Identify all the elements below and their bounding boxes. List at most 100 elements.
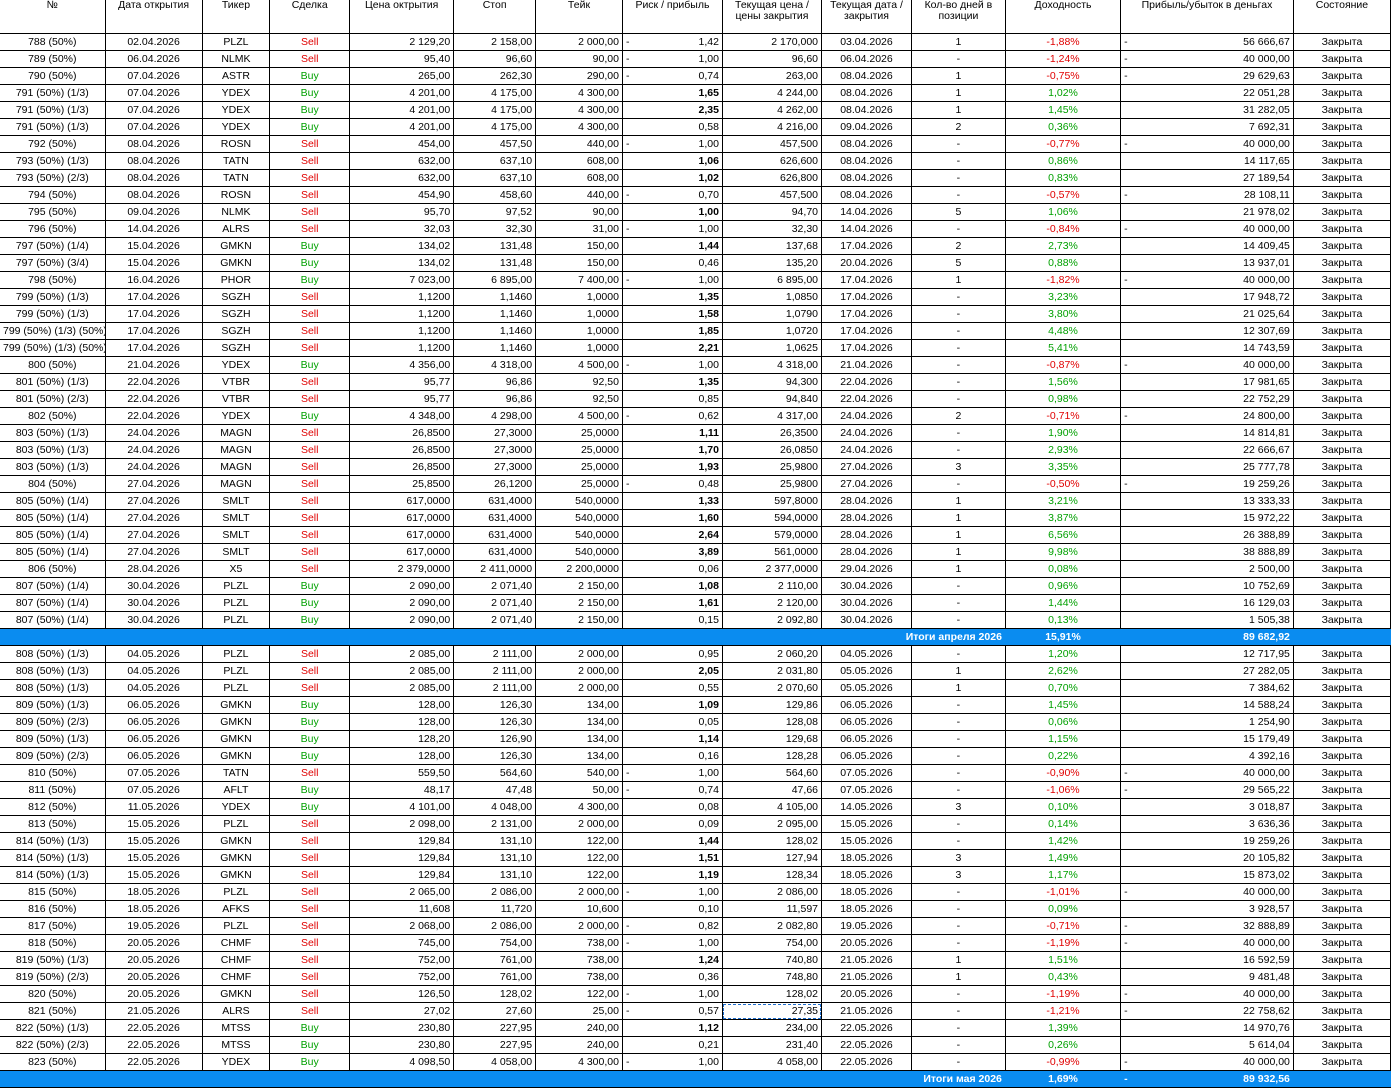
status[interactable]: Закрыта: [1293, 594, 1391, 612]
trade-side[interactable]: Buy: [269, 713, 351, 731]
return-pct[interactable]: -1,01%: [1005, 883, 1122, 901]
close-price[interactable]: 127,94: [722, 849, 823, 867]
close-price[interactable]: 128,28: [722, 747, 823, 765]
take-price[interactable]: 1,0000: [535, 339, 623, 357]
return-pct[interactable]: 1,45%: [1005, 101, 1122, 119]
profit-loss[interactable]: 22 051,28: [1120, 84, 1294, 102]
take-price[interactable]: 2 200,0000: [535, 560, 623, 578]
trade-number[interactable]: 803 (50%) (1/3): [0, 424, 106, 442]
stop-price[interactable]: 131,10: [453, 832, 537, 850]
return-pct[interactable]: 1,15%: [1005, 730, 1122, 748]
days-in-position[interactable]: -: [911, 220, 1006, 238]
close-price[interactable]: 96,60: [722, 50, 823, 68]
days-in-position[interactable]: 5: [911, 203, 1006, 221]
ticker[interactable]: NLMK: [202, 203, 271, 221]
risk-reward[interactable]: 1,44: [622, 237, 723, 255]
trade-number[interactable]: 816 (50%): [0, 900, 106, 918]
status[interactable]: Закрыта: [1293, 135, 1391, 153]
stop-price[interactable]: 131,10: [453, 866, 537, 884]
risk-reward[interactable]: 1,70: [622, 441, 723, 459]
open-date[interactable]: 20.05.2026: [105, 985, 203, 1003]
stop-price[interactable]: 2 086,00: [453, 883, 537, 901]
status[interactable]: Закрыта: [1293, 492, 1391, 510]
close-date[interactable]: 15.05.2026: [821, 815, 912, 833]
open-date[interactable]: 16.04.2026: [105, 271, 203, 289]
open-price[interactable]: 752,00: [349, 951, 455, 969]
close-price[interactable]: 4 318,00: [722, 356, 823, 374]
trade-number[interactable]: 809 (50%) (2/3): [0, 713, 106, 731]
risk-reward[interactable]: 0,46: [622, 254, 723, 272]
stop-price[interactable]: 96,86: [453, 390, 537, 408]
return-pct[interactable]: -1,19%: [1005, 985, 1122, 1003]
close-date[interactable]: 08.04.2026: [821, 186, 912, 204]
stop-price[interactable]: 637,10: [453, 169, 537, 187]
days-in-position[interactable]: 2: [911, 118, 1006, 136]
ticker[interactable]: SMLT: [202, 526, 271, 544]
profit-loss[interactable]: 13 333,33: [1120, 492, 1294, 510]
profit-loss[interactable]: - 22 758,62: [1120, 1002, 1294, 1020]
close-date[interactable]: 28.04.2026: [821, 543, 912, 561]
trade-side[interactable]: Sell: [269, 50, 351, 68]
take-price[interactable]: 10,600: [535, 900, 623, 918]
trade-side[interactable]: Buy: [269, 1053, 351, 1071]
stop-price[interactable]: 131,10: [453, 849, 537, 867]
trade-side[interactable]: Buy: [269, 67, 351, 85]
open-price[interactable]: 2 085,00: [349, 679, 455, 697]
trade-number[interactable]: 797 (50%) (1/4): [0, 237, 106, 255]
open-date[interactable]: 24.04.2026: [105, 424, 203, 442]
close-date[interactable]: 30.04.2026: [821, 577, 912, 595]
trade-number[interactable]: 805 (50%) (1/4): [0, 492, 106, 510]
risk-reward[interactable]: 1,65: [622, 84, 723, 102]
open-date[interactable]: 06.05.2026: [105, 747, 203, 765]
stop-price[interactable]: 631,4000: [453, 492, 537, 510]
profit-loss[interactable]: - 40 000,00: [1120, 764, 1294, 782]
days-in-position[interactable]: 2: [911, 407, 1006, 425]
take-price[interactable]: 134,00: [535, 747, 623, 765]
days-in-position[interactable]: -: [911, 883, 1006, 901]
close-price[interactable]: 561,0000: [722, 543, 823, 561]
ticker[interactable]: VTBR: [202, 390, 271, 408]
trade-side[interactable]: Buy: [269, 84, 351, 102]
column-header[interactable]: Кол-во дней в позиции: [911, 0, 1006, 34]
stop-price[interactable]: 126,30: [453, 747, 537, 765]
close-price[interactable]: 6 895,00: [722, 271, 823, 289]
close-date[interactable]: 06.04.2026: [821, 50, 912, 68]
trade-side[interactable]: Buy: [269, 1019, 351, 1037]
close-date[interactable]: 17.04.2026: [821, 288, 912, 306]
days-in-position[interactable]: -: [911, 696, 1006, 714]
profit-loss[interactable]: - 19 259,26: [1120, 475, 1294, 493]
close-date[interactable]: 17.04.2026: [821, 305, 912, 323]
open-date[interactable]: 20.05.2026: [105, 968, 203, 986]
open-date[interactable]: 07.04.2026: [105, 84, 203, 102]
ticker[interactable]: TATN: [202, 169, 271, 187]
close-price[interactable]: 1,0625: [722, 339, 823, 357]
open-date[interactable]: 02.04.2026: [105, 33, 203, 51]
stop-price[interactable]: 32,30: [453, 220, 537, 238]
stop-price[interactable]: 126,90: [453, 730, 537, 748]
profit-loss[interactable]: 14 743,59: [1120, 339, 1294, 357]
risk-reward[interactable]: 2,21: [622, 339, 723, 357]
return-pct[interactable]: 0,06%: [1005, 713, 1122, 731]
close-date[interactable]: 08.04.2026: [821, 169, 912, 187]
stop-price[interactable]: 2 071,40: [453, 594, 537, 612]
days-in-position[interactable]: -: [911, 186, 1006, 204]
status[interactable]: Закрыта: [1293, 390, 1391, 408]
close-date[interactable]: 06.05.2026: [821, 730, 912, 748]
take-price[interactable]: 540,0000: [535, 509, 623, 527]
open-date[interactable]: 17.04.2026: [105, 305, 203, 323]
risk-reward[interactable]: 1,06: [622, 152, 723, 170]
risk-reward[interactable]: - 1,00: [622, 50, 723, 68]
days-in-position[interactable]: -: [911, 50, 1006, 68]
profit-loss[interactable]: 38 888,89: [1120, 543, 1294, 561]
trade-side[interactable]: Buy: [269, 611, 351, 629]
trade-number[interactable]: 795 (50%): [0, 203, 106, 221]
open-date[interactable]: 06.05.2026: [105, 713, 203, 731]
days-in-position[interactable]: -: [911, 339, 1006, 357]
column-header[interactable]: Состояние: [1293, 0, 1391, 34]
risk-reward[interactable]: - 0,70: [622, 186, 723, 204]
ticker[interactable]: SGZH: [202, 339, 271, 357]
take-price[interactable]: 25,0000: [535, 424, 623, 442]
return-pct[interactable]: -0,71%: [1005, 917, 1122, 935]
risk-reward[interactable]: - 1,00: [622, 934, 723, 952]
trade-side[interactable]: Buy: [269, 577, 351, 595]
